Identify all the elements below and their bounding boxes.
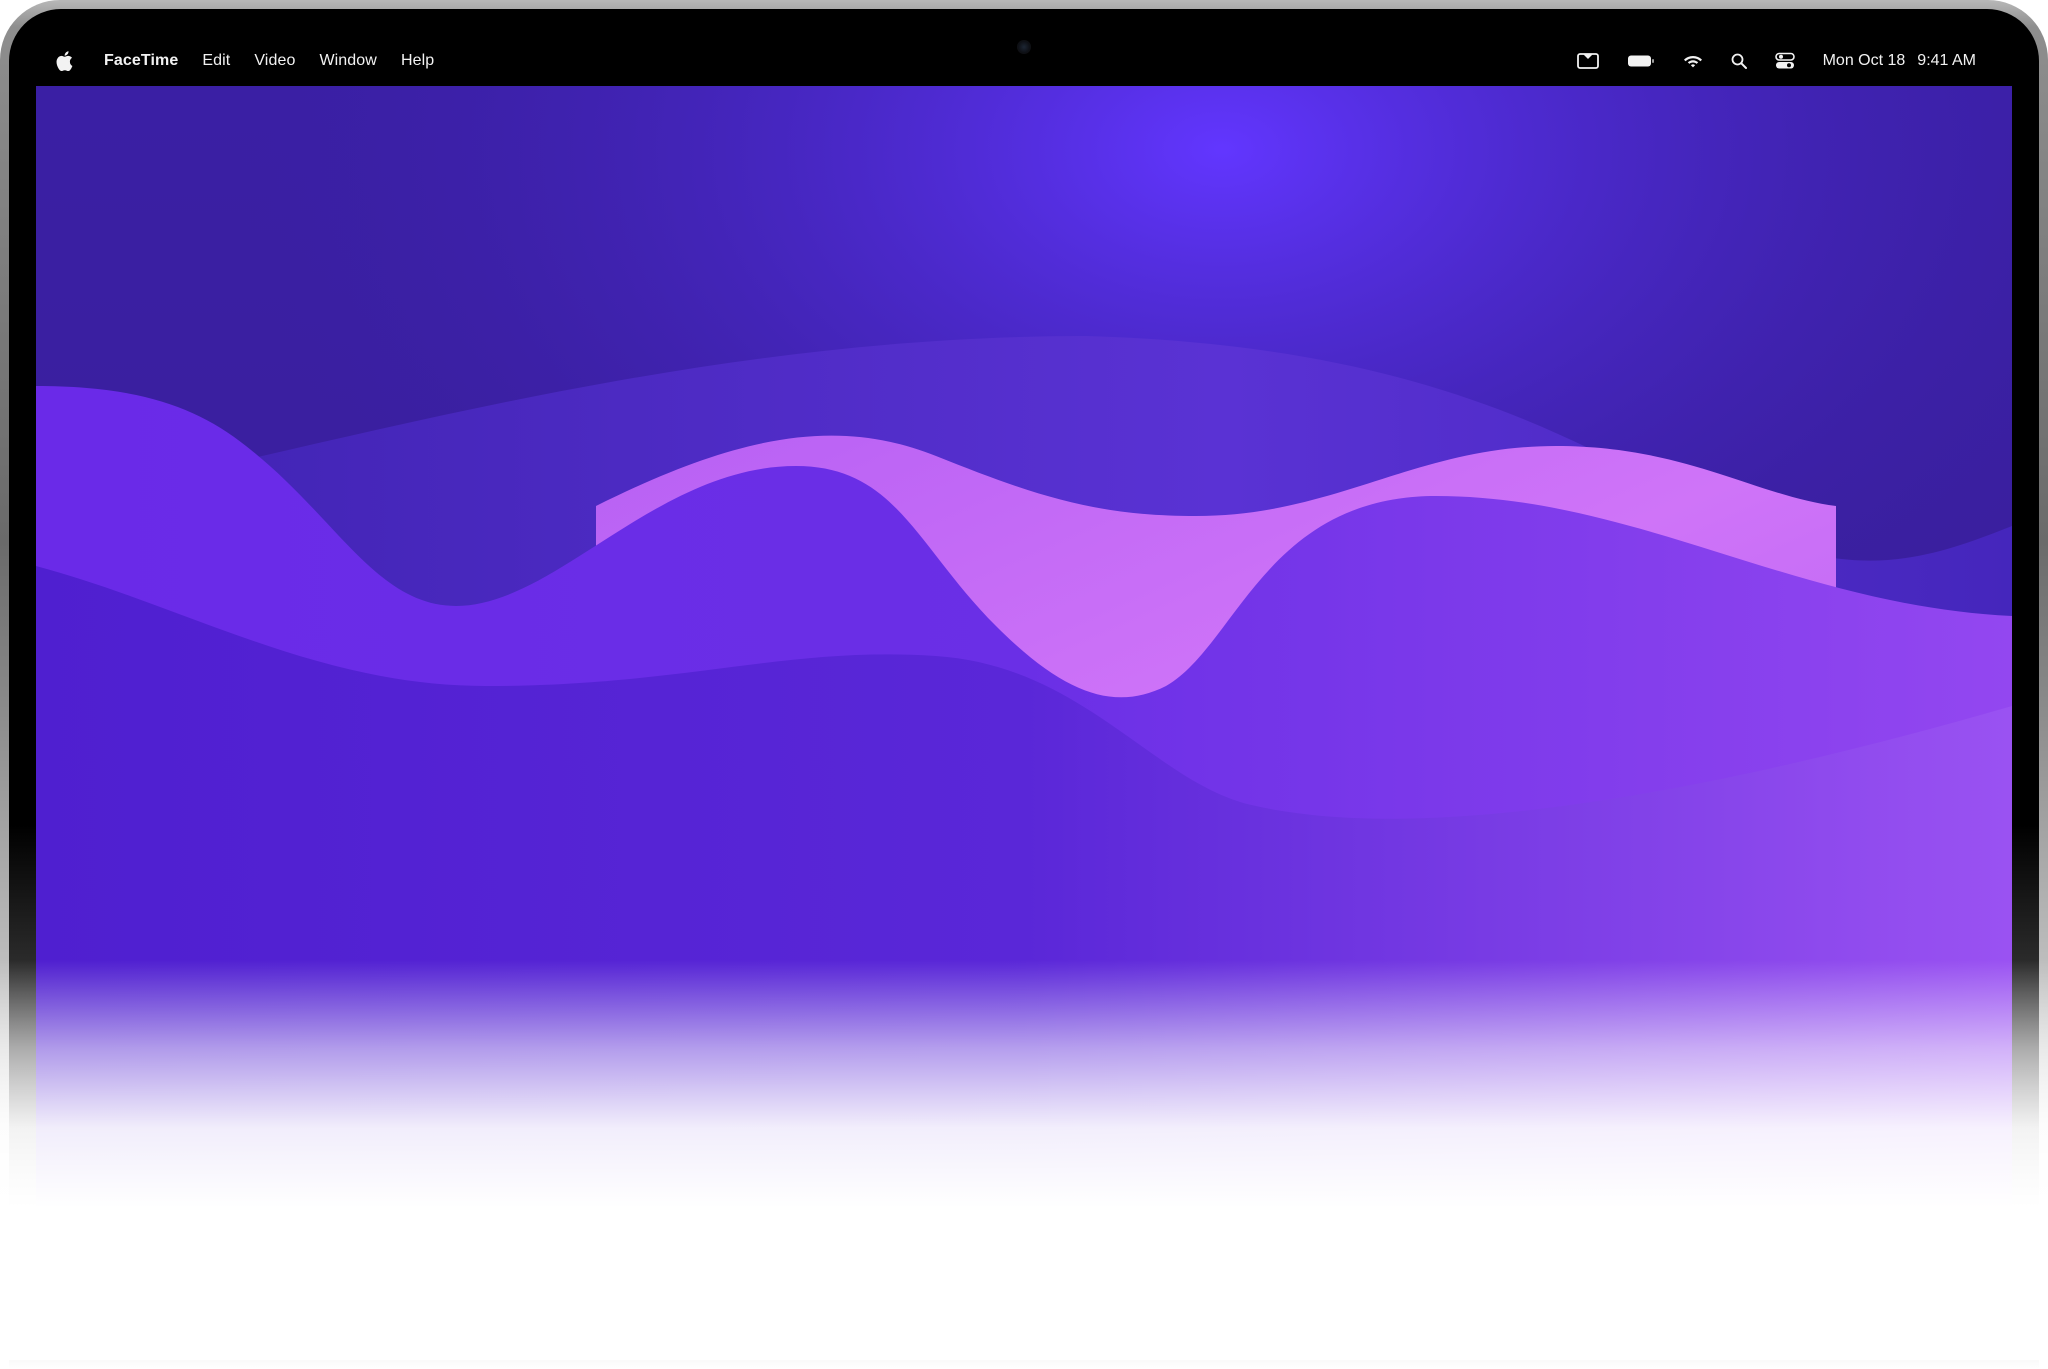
wifi-icon[interactable]	[1683, 53, 1703, 69]
screen-mirroring-icon[interactable]	[1576, 52, 1599, 70]
menu-clock[interactable]: Mon Oct 18 9:41 AM	[1823, 52, 1976, 70]
battery-icon[interactable]	[1627, 54, 1655, 68]
clock-date: Mon Oct 18	[1822, 52, 1906, 69]
menu-item-help[interactable]: Help	[401, 52, 434, 70]
menu-item-edit[interactable]: Edit	[202, 52, 230, 70]
camera-notch	[904, 36, 1144, 76]
camera-icon	[1017, 40, 1031, 54]
apple-logo-icon[interactable]	[56, 50, 74, 72]
desktop-wallpaper	[36, 86, 2012, 1357]
menu-item-window[interactable]: Window	[319, 52, 377, 70]
menu-item-video[interactable]: Video	[254, 52, 295, 70]
menu-app-name[interactable]: FaceTime	[104, 52, 178, 70]
menu-bar-right: Mon Oct 18 9:41 AM	[1549, 36, 1976, 86]
screen: FaceTime Edit Video Window Help Mon Oct …	[36, 36, 2012, 1357]
menu-bar-left: FaceTime Edit Video Window Help	[56, 36, 458, 86]
clock-time: 9:41 AM	[1917, 52, 1976, 69]
control-center-icon[interactable]	[1774, 52, 1795, 70]
search-icon[interactable]	[1731, 53, 1747, 69]
